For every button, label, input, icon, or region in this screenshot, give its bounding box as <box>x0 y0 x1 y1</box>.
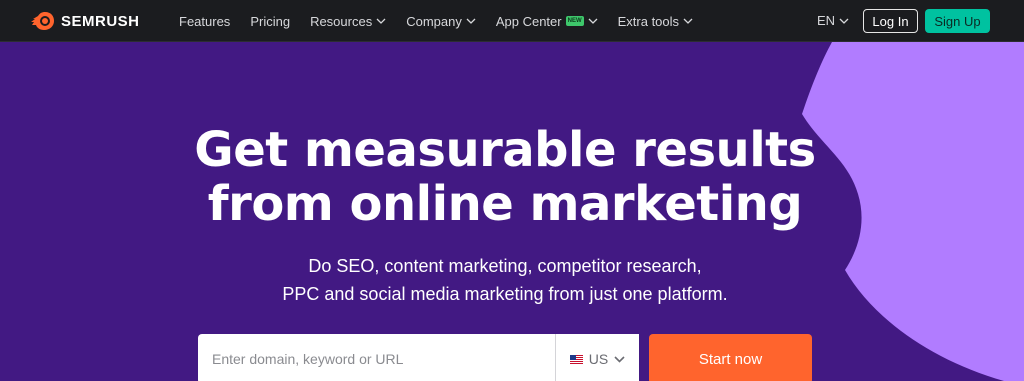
brand-name: SEMRUSH <box>61 12 140 30</box>
nav-item-label: App Center <box>495 13 562 29</box>
nav-item-resources[interactable]: Resources <box>310 14 386 29</box>
signup-button[interactable]: Sign Up <box>925 9 990 33</box>
login-button[interactable]: Log In <box>863 9 918 33</box>
main-nav: Features Pricing Resources Company App C… <box>179 0 713 42</box>
language-selector[interactable]: EN <box>817 13 849 28</box>
semrush-logo[interactable]: SEMRUSH <box>31 11 140 31</box>
hero-subheadline-line-2: PPC and social media marketing from just… <box>282 284 728 304</box>
nav-item-features[interactable]: Features <box>179 14 230 29</box>
hero-subheadline: Do SEO, content marketing, competitor re… <box>0 252 1010 308</box>
nav-item-pricing[interactable]: Pricing <box>250 14 290 29</box>
nav-item-label: Features <box>179 13 231 29</box>
nav-item-label: Company <box>406 13 462 29</box>
chevron-down-icon <box>614 355 625 363</box>
nav-item-label: Pricing <box>250 13 291 29</box>
language-label: EN <box>817 13 836 28</box>
search-form: US <box>198 334 639 381</box>
chevron-down-icon <box>839 18 849 24</box>
chevron-down-icon <box>588 18 598 24</box>
chevron-down-icon <box>376 18 386 24</box>
us-flag-icon <box>569 354 583 364</box>
nav-item-label: Extra tools <box>617 13 680 29</box>
hero-subheadline-line-1: Do SEO, content marketing, competitor re… <box>308 256 702 276</box>
nav-item-extra-tools[interactable]: Extra tools <box>618 14 693 29</box>
hero-headline-line-2: from online marketing <box>207 176 803 232</box>
chevron-down-icon <box>683 18 693 24</box>
start-now-button[interactable]: Start now <box>649 334 812 381</box>
semrush-flame-icon <box>31 12 54 30</box>
nav-item-app-center[interactable]: App Center new <box>496 14 598 29</box>
country-label: US <box>588 351 609 367</box>
chevron-down-icon <box>466 18 476 24</box>
hero-headline: Get measurable results from online marke… <box>0 123 1010 231</box>
top-navigation-bar: SEMRUSH Features Pricing Resources Compa… <box>0 0 1024 42</box>
country-selector[interactable]: US <box>556 351 639 367</box>
hero-headline-line-1: Get measurable results <box>194 122 816 178</box>
nav-item-company[interactable]: Company <box>406 14 476 29</box>
new-badge: new <box>565 16 584 26</box>
nav-item-label: Resources <box>310 13 373 29</box>
search-input[interactable] <box>198 334 555 381</box>
